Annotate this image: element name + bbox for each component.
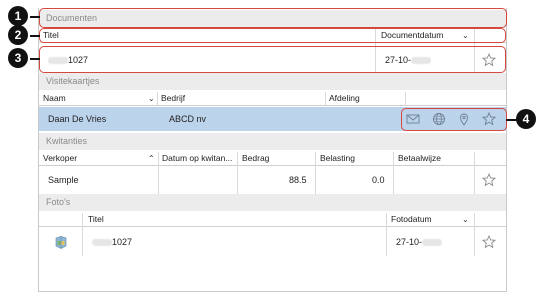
photo-row[interactable]: 1027 27-10-: [39, 230, 506, 254]
column-name[interactable]: Naam: [43, 92, 66, 105]
receipt-tax: 0.0: [372, 175, 385, 185]
photos-column-header: Titel Fotodatum ⌄: [39, 213, 506, 227]
section-header-photos: Foto's: [39, 194, 506, 211]
annotation-box-2: [39, 28, 506, 43]
callout-number: 1: [8, 6, 28, 26]
column-payment-method[interactable]: Betaalwijze: [398, 152, 441, 165]
star-icon[interactable]: [482, 235, 496, 249]
callout-number: 4: [516, 109, 536, 129]
photo-title: 1027: [92, 230, 132, 254]
photo-thumbnail-icon: [55, 236, 67, 249]
business-cards-column-header: Naam ⌄ Bedrijf Afdeling: [39, 92, 506, 106]
annotation-box-3: [39, 46, 506, 73]
column-photo-date[interactable]: Fotodatum: [391, 213, 432, 226]
receipt-seller: Sample: [48, 175, 79, 185]
column-amount[interactable]: Bedrag: [242, 152, 269, 165]
divider: [325, 92, 326, 106]
chevron-down-icon[interactable]: ⌄: [462, 213, 469, 226]
column-seller[interactable]: Verkoper: [43, 152, 77, 165]
receipt-amount: 88.5: [289, 175, 307, 185]
column-company[interactable]: Bedrijf: [161, 92, 185, 105]
receipt-row[interactable]: Sample 88.5 0.0: [39, 168, 506, 192]
receipts-column-header: Verkoper ⌃ Datum op kwitan... Bedrag Bel…: [39, 152, 506, 166]
column-receipt-date[interactable]: Datum op kwitan...: [162, 152, 232, 165]
callout-number: 2: [8, 25, 28, 45]
callout-line: [30, 16, 40, 18]
chevron-up-icon[interactable]: ⌃: [148, 152, 155, 165]
photo-date: 27-10-: [396, 230, 443, 254]
chevron-down-icon[interactable]: ⌄: [148, 92, 155, 105]
annotation-box-1: [39, 8, 507, 28]
callout-line: [30, 58, 40, 60]
column-title[interactable]: Titel: [88, 213, 104, 226]
card-name: Daan De Vries: [48, 114, 107, 124]
divider: [157, 92, 158, 106]
column-tax[interactable]: Belasting: [320, 152, 355, 165]
card-company: ABCD nv: [169, 114, 207, 124]
callout-line: [30, 35, 40, 37]
section-header-business-cards: Visitekaartjes: [39, 73, 506, 90]
callout-number: 3: [8, 48, 28, 68]
section-header-receipts: Kwitanties: [39, 133, 506, 150]
annotation-box-4: [401, 108, 507, 131]
divider: [405, 92, 406, 106]
column-department[interactable]: Afdeling: [329, 92, 360, 105]
star-icon[interactable]: [482, 173, 496, 187]
